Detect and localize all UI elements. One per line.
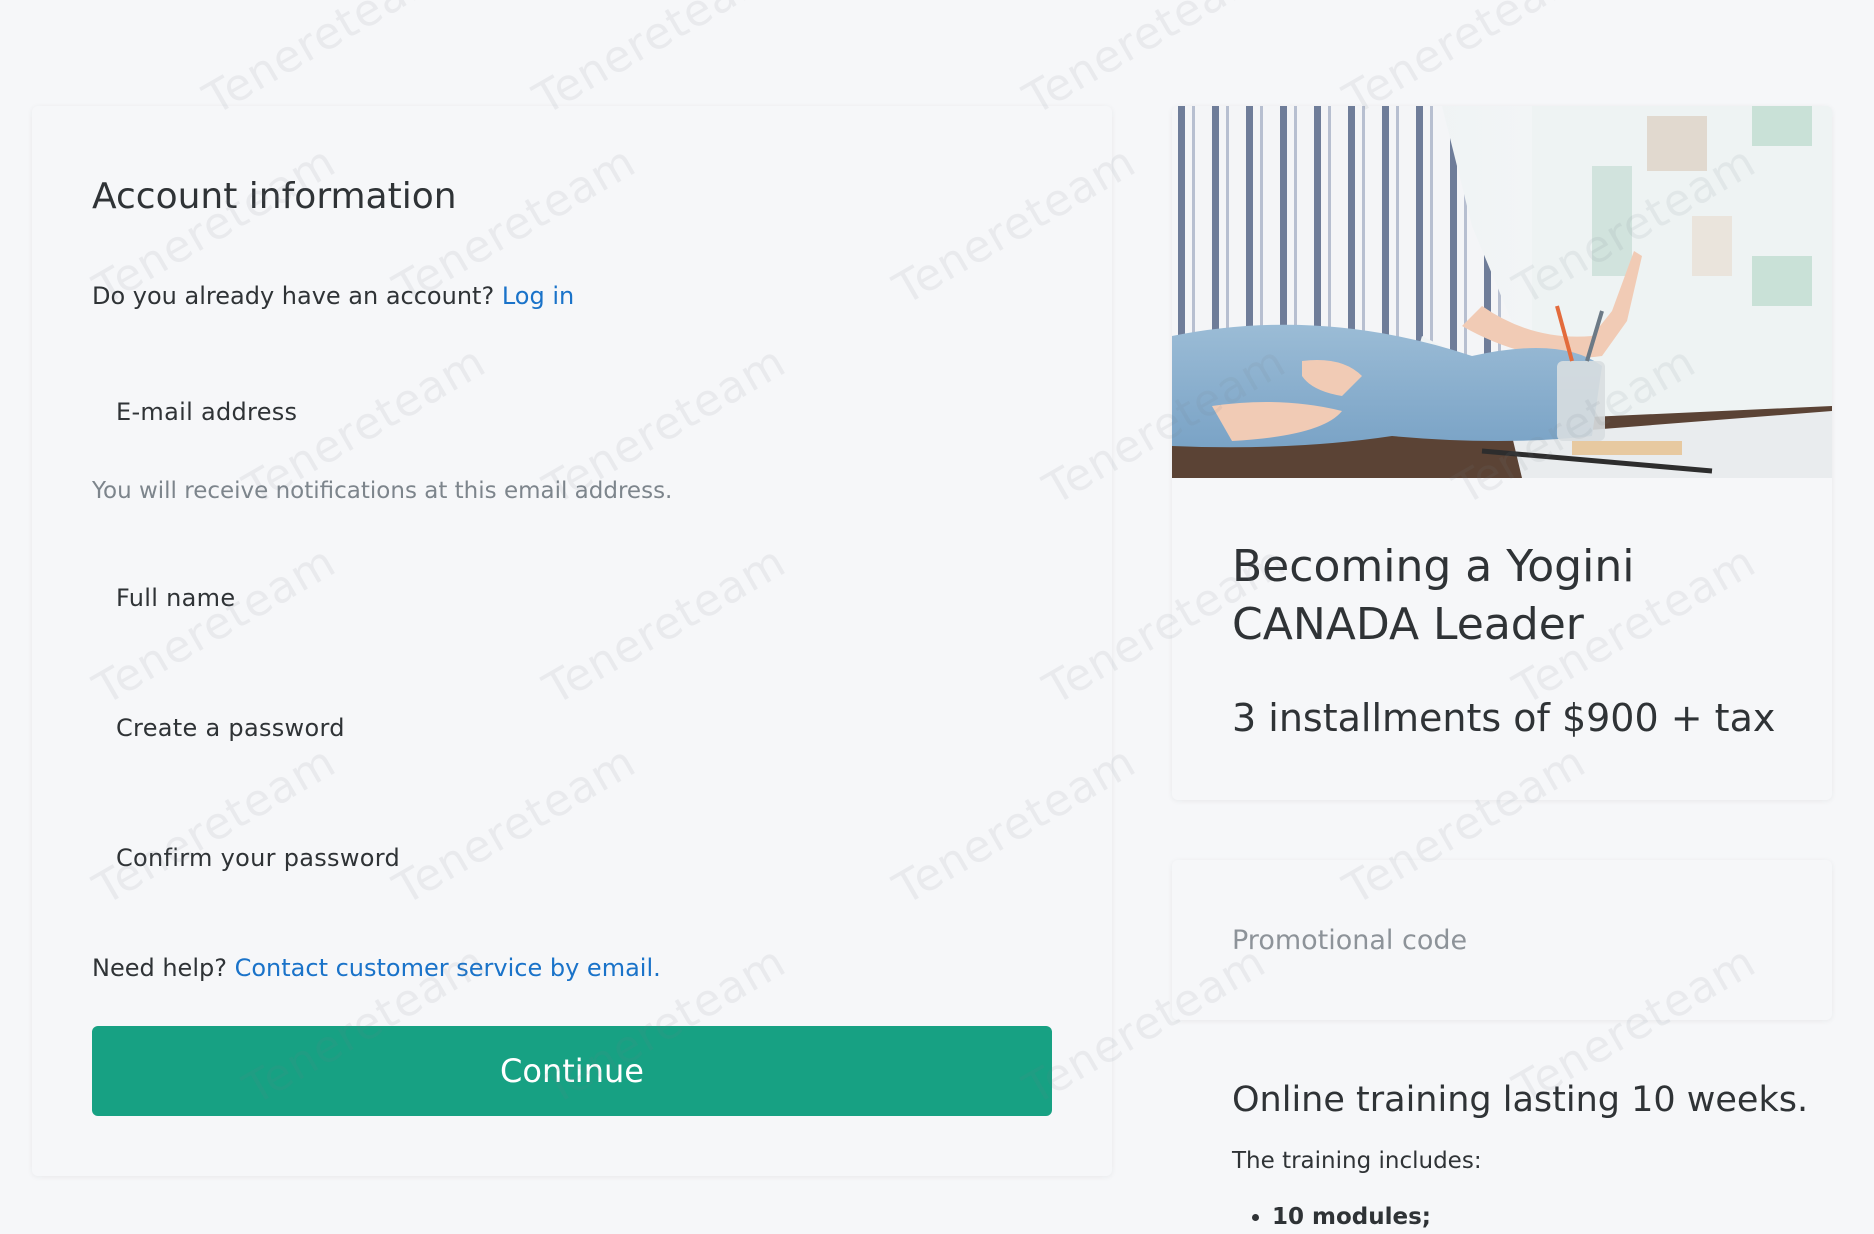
login-prompt-text: Do you already have an account?: [92, 282, 495, 310]
login-link[interactable]: Log in: [502, 282, 574, 310]
training-intro: The training includes:: [1232, 1148, 1482, 1174]
help-prompt-text: Need help?: [92, 954, 227, 982]
training-list: 10 modules;: [1232, 1200, 1431, 1234]
product-image: [1172, 106, 1832, 478]
yoga-meditation-illustration: [1172, 106, 1832, 478]
form-title: Account information: [92, 176, 457, 217]
training-title: Online training lasting 10 weeks.: [1232, 1080, 1809, 1120]
continue-button[interactable]: Continue: [92, 1026, 1052, 1116]
contact-support-link[interactable]: Contact customer service by email.: [235, 954, 661, 982]
product-price: 3 installments of $900 + tax: [1232, 696, 1776, 740]
product-title: Becoming a Yogini CANADA Leader: [1232, 538, 1634, 654]
product-card: Becoming a Yogini CANADA Leader 3 instal…: [1172, 106, 1832, 800]
password-field[interactable]: [92, 692, 1054, 764]
email-field[interactable]: [92, 376, 1054, 448]
training-list-item: 10 modules;: [1272, 1200, 1431, 1234]
fullname-field[interactable]: [92, 562, 1054, 634]
product-title-line2: CANADA Leader: [1232, 599, 1584, 650]
email-helper-text: You will receive notifications at this e…: [92, 478, 673, 504]
account-form-card: Account information Do you already have …: [32, 106, 1112, 1176]
product-title-line1: Becoming a Yogini: [1232, 541, 1635, 592]
confirm-password-field[interactable]: [92, 822, 1054, 894]
promo-code-card: [1172, 860, 1832, 1020]
login-prompt-row: Do you already have an account? Log in: [92, 282, 574, 310]
promo-code-input[interactable]: [1232, 912, 1772, 968]
help-row: Need help? Contact customer service by e…: [92, 954, 661, 982]
